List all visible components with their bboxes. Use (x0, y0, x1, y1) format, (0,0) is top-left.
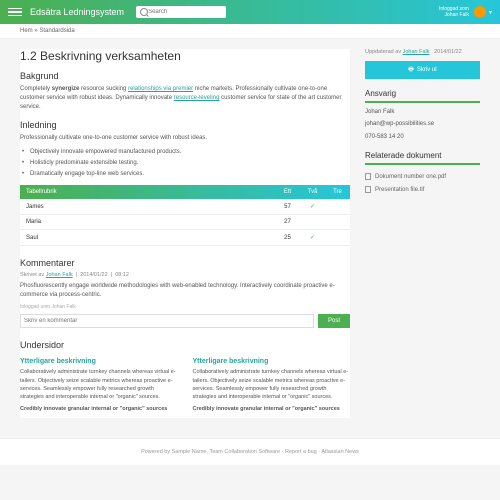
menu-icon[interactable] (8, 5, 22, 19)
subpage-title[interactable]: Ytterligare beskrivning (193, 358, 351, 365)
table-row: James57✓ (20, 199, 350, 215)
page-title: 1.2 Beskrivning verksamheten (20, 49, 350, 63)
sidebar: Uppdaterad av Johan Falk 2014/01/22 🖶 Sk… (365, 49, 480, 418)
data-table: Tabellrubrik Ett Två Tre James57✓ Maria2… (20, 185, 350, 246)
search-icon (140, 8, 148, 16)
doc-link[interactable]: Dokument number one.pdf (365, 170, 480, 183)
list-item: Dramatically engage top-line web service… (30, 169, 350, 180)
comment-meta: Skrivet av Johan Falk | 2014/01/22 | 08:… (20, 272, 350, 278)
user-info: Inloggad som Johan Falk (439, 6, 469, 18)
related-docs: Relaterade dokument Dokument number one.… (365, 151, 480, 196)
heading-comments: Kommentarer (20, 258, 350, 268)
subpage-card: Ytterligare beskrivning Collaboratively … (20, 358, 178, 417)
file-icon (365, 186, 371, 193)
table-header: Tabellrubrik (20, 185, 275, 199)
text-bakgrund: Completely synergize resource sucking re… (20, 85, 350, 112)
comment-input[interactable] (20, 314, 314, 328)
crumb-home[interactable]: Hem (20, 28, 33, 34)
search-box[interactable] (136, 6, 226, 18)
ansvarig-block: Ansvarig Johan Falk johan@wp-possibiliti… (365, 89, 480, 141)
updated-meta: Uppdaterad av Johan Falk 2014/01/22 (365, 49, 480, 55)
breadcrumb: Hem » Standardsida (0, 24, 500, 39)
subpage-card: Ytterligare beskrivning Collaboratively … (193, 358, 351, 417)
avatar[interactable] (474, 6, 486, 18)
list-item: Holisticly predominate extensible testin… (30, 158, 350, 169)
text-inledning: Professionally cultivate one-to-one cust… (20, 134, 350, 143)
inledning-list: Objectively innovate empowered manufactu… (20, 147, 350, 179)
table-row: Saul25✓ (20, 230, 350, 246)
comment-hint: Inloggad som Johan Falk (20, 304, 350, 310)
file-icon (365, 173, 371, 180)
crumb-current: Standardsida (39, 28, 74, 34)
footer: Powered by Sample Name, Team Collaborati… (0, 438, 500, 465)
chevron-down-icon[interactable]: ▾ (489, 9, 492, 16)
heading-subs: Undersidor (20, 340, 350, 350)
heading-inledning: Inledning (20, 120, 350, 130)
list-item: Objectively innovate empowered manufactu… (30, 147, 350, 158)
search-input[interactable] (148, 9, 218, 15)
doc-link[interactable]: Presentation file.tif (365, 183, 480, 196)
main-content: 1.2 Beskrivning verksamheten Bakgrund Co… (20, 49, 350, 418)
brand-title: Edsätra Ledningsystem (30, 7, 124, 17)
comment-body: Phosfluorescently engage worldwide metho… (20, 282, 350, 300)
heading-bakgrund: Bakgrund (20, 71, 350, 81)
print-icon: 🖶 (408, 65, 414, 75)
subpage-title[interactable]: Ytterligare beskrivning (20, 358, 178, 365)
table-row: Maria27 (20, 215, 350, 230)
print-button[interactable]: 🖶 Skriv ut (365, 61, 480, 79)
post-button[interactable]: Post (318, 314, 350, 328)
app-header: Edsätra Ledningsystem Inloggad som Johan… (0, 0, 500, 24)
comment-form: Post (20, 314, 350, 328)
